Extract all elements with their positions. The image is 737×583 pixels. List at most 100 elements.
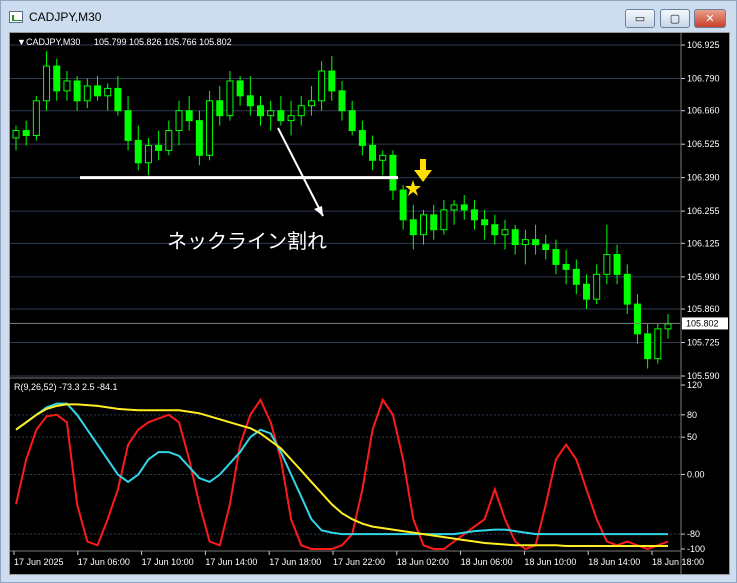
candle-body bbox=[470, 209, 478, 221]
ohlc-values: 105.799 105.826 105.766 105.802 bbox=[94, 37, 232, 47]
current-price-label: 105.802 bbox=[686, 318, 719, 328]
candle-body bbox=[613, 254, 621, 275]
price-tick-label: 106.660 bbox=[687, 106, 720, 116]
candle-body bbox=[43, 65, 51, 102]
app-window: CADJPY,M30 ▭ ▢ ✕ ネックライン割れ ▼ CADJPY,M30 1… bbox=[0, 0, 737, 583]
indicator-label: R(9,26,52) -73.3 2.5 -84.1 bbox=[14, 382, 118, 392]
indicator-tick-label: 0.00 bbox=[687, 469, 705, 479]
time-tick-label: 17 Jun 10:00 bbox=[142, 557, 194, 567]
candle-body bbox=[216, 100, 224, 117]
price-tick-label: 105.990 bbox=[687, 272, 720, 282]
window-title: CADJPY,M30 bbox=[29, 10, 102, 24]
candle-body bbox=[450, 204, 458, 211]
symbol-label: CADJPY,M30 bbox=[26, 37, 80, 47]
candle-body bbox=[226, 80, 234, 117]
candle-body bbox=[654, 328, 662, 360]
maximize-button[interactable]: ▢ bbox=[660, 9, 690, 28]
time-tick-label: 18 Jun 14:00 bbox=[588, 557, 640, 567]
indicator-tick-label: -100 bbox=[687, 544, 705, 554]
time-tick-label: 17 Jun 2025 bbox=[14, 557, 64, 567]
price-chart[interactable]: ネックライン割れ ▼ CADJPY,M30 105.799 105.826 10… bbox=[10, 33, 729, 574]
candle-body bbox=[318, 70, 326, 102]
chart-window-icon bbox=[9, 11, 23, 23]
candle-body bbox=[32, 100, 40, 136]
candle-body bbox=[511, 229, 519, 246]
candle-body bbox=[593, 273, 601, 300]
candle-body bbox=[114, 87, 122, 112]
price-tick-label: 105.860 bbox=[687, 304, 720, 314]
price-axis: 106.925 106.790 106.660 106.525 106.390 106.2… bbox=[681, 40, 720, 381]
candle-body bbox=[440, 209, 448, 231]
price-tick-label: 105.725 bbox=[687, 338, 720, 348]
candle-body bbox=[623, 273, 631, 305]
candle-body bbox=[379, 154, 387, 161]
candle-body bbox=[277, 110, 285, 122]
candle-body bbox=[155, 144, 163, 151]
indicator-tick-label: 80 bbox=[687, 410, 697, 420]
candle-body bbox=[460, 204, 468, 211]
candle-body bbox=[491, 224, 499, 236]
candle-body bbox=[430, 214, 438, 231]
candle-body bbox=[206, 100, 214, 156]
candle-body bbox=[348, 110, 356, 132]
candle-body bbox=[175, 110, 183, 132]
candles bbox=[12, 51, 672, 369]
candle-body bbox=[501, 229, 509, 236]
candle-body bbox=[409, 219, 417, 236]
candle-body bbox=[195, 120, 203, 156]
candle-body bbox=[583, 283, 590, 300]
neckline-annotation: ネックライン割れ bbox=[167, 229, 327, 253]
price-tick-label: 106.790 bbox=[687, 73, 720, 83]
time-tick-label: 17 Jun 22:00 bbox=[333, 557, 385, 567]
indicator-tick-label: 120 bbox=[687, 380, 702, 390]
candle-body bbox=[287, 115, 295, 122]
price-tick-label: 106.125 bbox=[687, 238, 720, 248]
price-tick-label: 106.925 bbox=[687, 40, 720, 50]
candle-body bbox=[542, 244, 550, 251]
candle-body bbox=[257, 105, 264, 117]
time-axis: 17 Jun 2025 17 Jun 06:00 17 Jun 10:00 17 Ju… bbox=[13, 551, 704, 567]
candle-body bbox=[144, 144, 152, 164]
grid-lines bbox=[10, 44, 680, 535]
candle-body bbox=[246, 95, 254, 107]
candle-body bbox=[297, 105, 305, 117]
candle-body bbox=[664, 323, 672, 330]
price-tick-label: 106.255 bbox=[687, 206, 720, 216]
time-tick-label: 17 Jun 06:00 bbox=[78, 557, 130, 567]
candle-body bbox=[532, 239, 540, 246]
chart-area[interactable]: ネックライン割れ ▼ CADJPY,M30 105.799 105.826 10… bbox=[9, 32, 730, 575]
indicator-tick-label: -80 bbox=[687, 529, 700, 539]
signal-star-icon bbox=[405, 180, 421, 196]
candle-body bbox=[369, 144, 377, 161]
candle-body bbox=[94, 85, 101, 97]
candle-body bbox=[22, 130, 30, 136]
candle-body bbox=[420, 214, 427, 236]
price-tick-label: 106.390 bbox=[687, 173, 720, 183]
candle-body bbox=[63, 80, 71, 92]
indicator-tick-label: 50 bbox=[687, 432, 697, 442]
title-bar[interactable]: CADJPY,M30 ▭ ▢ ✕ bbox=[1, 1, 736, 31]
candle-body bbox=[12, 130, 20, 139]
candle-body bbox=[267, 110, 275, 117]
candle-body bbox=[83, 85, 91, 102]
candle-body bbox=[399, 189, 407, 221]
candle-body bbox=[358, 130, 366, 146]
indicator-line-cyan bbox=[15, 402, 668, 536]
candle-body bbox=[633, 303, 641, 335]
candle-body bbox=[338, 90, 346, 112]
time-tick-label: 18 Jun 02:00 bbox=[397, 557, 449, 567]
candle-body bbox=[134, 139, 142, 164]
minimize-button[interactable]: ▭ bbox=[625, 9, 655, 28]
candle-body bbox=[236, 80, 244, 97]
candle-body bbox=[53, 65, 61, 92]
candle-body bbox=[481, 219, 489, 226]
candle-body bbox=[328, 70, 336, 92]
time-tick-label: 18 Jun 06:00 bbox=[461, 557, 513, 567]
candle-body bbox=[124, 110, 132, 141]
chart-menu-icon[interactable]: ▼ bbox=[17, 37, 26, 47]
time-tick-label: 17 Jun 14:00 bbox=[205, 557, 257, 567]
time-tick-label: 18 Jun 18:00 bbox=[652, 557, 704, 567]
candle-body bbox=[572, 268, 580, 285]
close-button[interactable]: ✕ bbox=[694, 9, 726, 28]
candle-body bbox=[185, 110, 193, 122]
